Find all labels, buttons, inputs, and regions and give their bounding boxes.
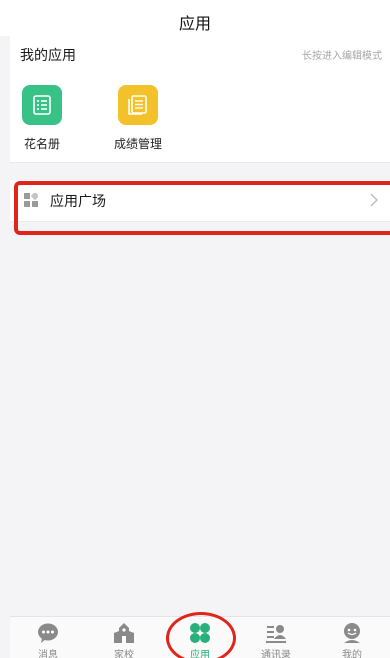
tab-messages[interactable]: 消息 <box>10 617 86 658</box>
tab-contacts[interactable]: 通讯录 <box>238 617 314 658</box>
chevron-right-icon <box>370 192 378 207</box>
my-apps-section: 我的应用 长按进入编辑模式 花名册 成绩管理 <box>10 36 390 162</box>
school-building-icon <box>113 622 135 644</box>
app-label-roster: 花名册 <box>23 137 60 151</box>
contacts-icon <box>265 622 287 644</box>
tab-school[interactable]: 家校 <box>86 617 162 658</box>
tab-label-messages: 消息 <box>38 650 58 658</box>
tab-label-me: 我的 <box>342 650 362 658</box>
app-screen: 应用 我的应用 长按进入编辑模式 花名册 成绩管理 应用广场 消息 家校 应用 … <box>0 0 390 658</box>
page-title: 应用 <box>178 14 211 33</box>
app-grid-icon <box>24 191 40 207</box>
app-tile-roster[interactable]: 花名册 <box>0 85 84 157</box>
tab-me[interactable]: 我的 <box>314 617 390 658</box>
grades-document-icon <box>118 85 158 125</box>
roster-list-icon <box>22 85 62 125</box>
tab-label-apps: 应用 <box>190 650 210 658</box>
section-divider <box>10 162 390 163</box>
chat-bubble-icon <box>37 622 59 644</box>
tab-label-school: 家校 <box>114 650 134 658</box>
edit-mode-hint: 长按进入编辑模式 <box>302 51 382 62</box>
tab-label-contacts: 通讯录 <box>261 650 291 658</box>
app-tile-grades[interactable]: 成绩管理 <box>96 85 180 157</box>
four-leaf-apps-icon <box>189 622 211 644</box>
my-apps-title: 我的应用 <box>20 48 76 64</box>
app-market-row[interactable]: 应用广场 <box>10 180 390 222</box>
top-header: 应用 <box>0 0 390 36</box>
bottom-tab-bar: 消息 家校 应用 通讯录 我的 <box>10 616 390 658</box>
app-market-label: 应用广场 <box>50 194 106 210</box>
tab-apps[interactable]: 应用 <box>162 617 238 658</box>
app-label-grades: 成绩管理 <box>113 137 162 151</box>
profile-icon <box>341 622 363 644</box>
